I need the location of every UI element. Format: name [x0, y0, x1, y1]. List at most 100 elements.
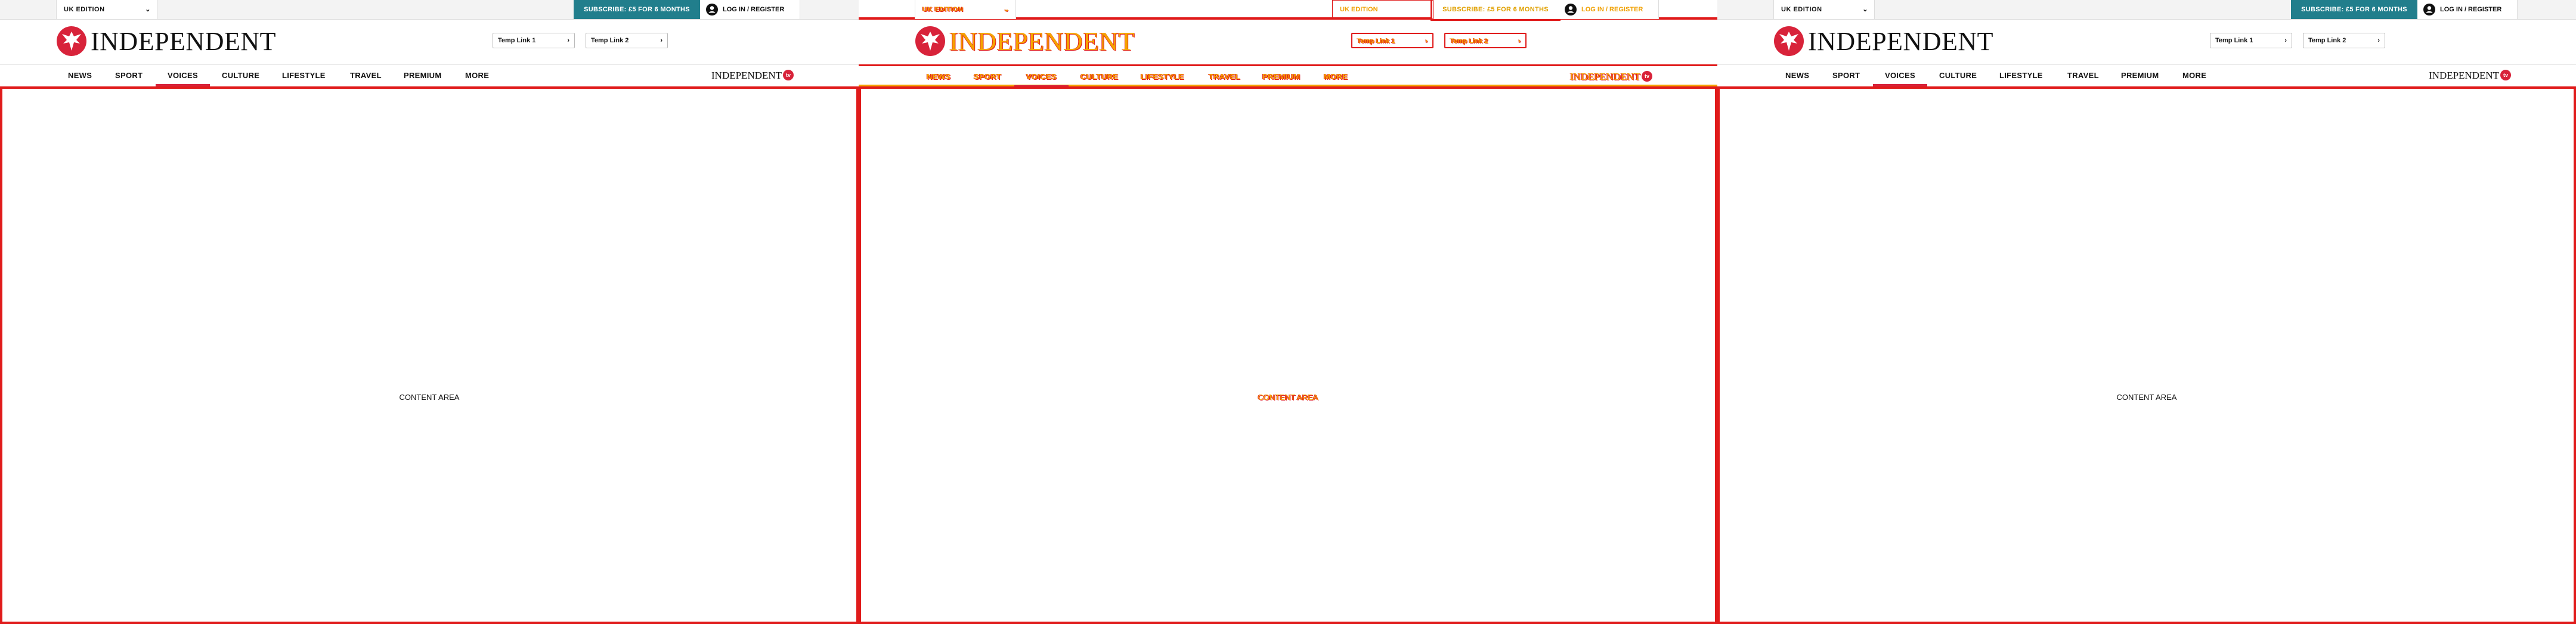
user-icon: [706, 4, 718, 15]
eagle-icon: [915, 26, 945, 56]
nav-news[interactable]: NEWS: [927, 66, 950, 88]
temp-link-1[interactable]: Temp Link 1 ›: [2210, 33, 2292, 48]
nav-news[interactable]: NEWS: [1785, 65, 1809, 86]
nav-travel[interactable]: TRAVEL: [1209, 66, 1240, 88]
eagle-icon: [1774, 26, 1804, 56]
masthead: INDEPENDENT Temp Link 1 › Temp Link 2 ›: [0, 20, 859, 64]
nav-more[interactable]: MORE: [465, 65, 489, 86]
subscribe-button[interactable]: SUBSCRIBE: £5 FOR 6 MONTHS: [2291, 0, 2417, 19]
logo-wordmark: INDEPENDENT: [949, 27, 1135, 56]
nav-voices[interactable]: VOICES: [156, 65, 210, 86]
login-label: LOG IN / REGISTER: [723, 6, 785, 13]
tv-logo-text: INDEPENDENT: [2429, 70, 2500, 81]
temp-link-2[interactable]: Temp Link 2 ›: [2303, 33, 2385, 48]
nav-premium[interactable]: PREMIUM: [1262, 66, 1301, 88]
nav-sport[interactable]: SPORT: [974, 66, 1001, 88]
content-area: CONTENT AREA: [0, 86, 859, 624]
chevron-down-icon: ⌄: [145, 6, 151, 13]
logo-wordmark: INDEPENDENT: [1808, 27, 1994, 56]
nav-premium[interactable]: PREMIUM: [2121, 65, 2159, 86]
edition-label: UK EDITION: [1781, 6, 1822, 13]
site-logo[interactable]: INDEPENDENT: [915, 26, 1135, 57]
page-panel: UK EDITION ⌄ SUBSCRIBE: £5 FOR 6 MONTHS …: [1717, 0, 2576, 624]
nav-lifestyle[interactable]: LIFESTYLE: [1141, 66, 1184, 88]
tv-logo-text: INDEPENDENT: [1570, 71, 1641, 82]
eagle-icon: [57, 26, 86, 56]
top-bar: UK EDITION ⌄ SUBSCRIBE: £5 FOR 6 MONTHS …: [0, 0, 859, 20]
edition-selector[interactable]: UK EDITION ⌄: [56, 0, 157, 19]
nav-voices[interactable]: VOICES: [1873, 65, 1927, 86]
nav-culture[interactable]: CULTURE: [1939, 65, 1977, 86]
tv-badge: tv: [1642, 71, 1653, 82]
temp-link-2-label: Temp Link 2: [591, 37, 629, 44]
nav-premium[interactable]: PREMIUM: [404, 65, 442, 86]
login-register-button[interactable]: LOG IN / REGISTER: [2417, 0, 2518, 19]
nav-more[interactable]: MORE: [2182, 65, 2206, 86]
chevron-right-icon: ›: [2377, 37, 2380, 44]
content-area-label: CONTENT AREA: [2116, 393, 2177, 402]
nav-news[interactable]: NEWS: [68, 65, 92, 86]
content-area-label: CONTENT AREA: [1258, 393, 1318, 402]
chevron-right-icon: ›: [2284, 37, 2287, 44]
nav-lifestyle[interactable]: LIFESTYLE: [1999, 65, 2043, 86]
edition-label: UK EDITION: [64, 6, 105, 13]
nav-lifestyle[interactable]: LIFESTYLE: [282, 65, 326, 86]
subscribe-button[interactable]: SUBSCRIBE: £5 FOR 6 MONTHS: [574, 0, 700, 19]
nav-sport[interactable]: SPORT: [1832, 65, 1860, 86]
nav-culture[interactable]: CULTURE: [222, 65, 259, 86]
tv-badge: tv: [783, 70, 794, 80]
edition-selector-secondary[interactable]: UK EDITION: [1332, 0, 1433, 19]
independent-tv-link[interactable]: INDEPENDENT tv: [1570, 71, 1653, 83]
edition-selector[interactable]: UK EDITION ⌄: [1773, 0, 1875, 19]
nav-more[interactable]: MORE: [1324, 66, 1348, 88]
tv-badge: tv: [2500, 70, 2512, 80]
independent-tv-link[interactable]: INDEPENDENT tv: [711, 70, 794, 82]
chevron-right-icon: ›: [660, 37, 662, 44]
login-label: LOG IN / REGISTER: [2440, 6, 2502, 13]
temp-link-1-label: Temp Link 1: [2215, 37, 2253, 44]
temp-link-1-label: Temp Link 1: [498, 37, 536, 44]
nav-travel[interactable]: TRAVEL: [2067, 65, 2099, 86]
user-icon: [2423, 4, 2435, 15]
temp-link-2[interactable]: Temp Link 2 ›: [586, 33, 668, 48]
chevron-right-icon: ›: [1518, 38, 1521, 45]
masthead: INDEPENDENT Temp Link 1 › Temp Link 2 ›: [859, 20, 1717, 66]
temp-link-1-label: Temp Link 1: [1357, 38, 1395, 45]
main-nav: NEWS SPORT VOICES CULTURE LIFESTYLE TRAV…: [1717, 64, 2576, 86]
nav-sport[interactable]: SPORT: [115, 65, 143, 86]
subscribe-button[interactable]: SUBSCRIBE: £5 FOR 6 MONTHS: [1431, 0, 1561, 21]
content-area: CONTENT AREA: [1717, 86, 2576, 624]
tv-logo-text: INDEPENDENT: [711, 70, 782, 81]
temp-link-1[interactable]: Temp Link 1 ›: [1351, 33, 1433, 48]
temp-link-2-label: Temp Link 2: [1450, 38, 1488, 45]
chevron-right-icon: ›: [567, 37, 569, 44]
chevron-right-icon: ›: [1425, 38, 1428, 45]
temp-link-2[interactable]: Temp Link 2 ›: [1444, 33, 1527, 48]
nav-culture[interactable]: CULTURE: [1080, 66, 1118, 88]
login-register-button[interactable]: LOG IN / REGISTER: [1559, 0, 1659, 19]
user-icon: [1565, 4, 1577, 15]
top-bar: UK EDITION ⌄ SUBSCRIBE: £5 FOR 6 MONTHS …: [1717, 0, 2576, 20]
login-label: LOG IN / REGISTER: [1581, 6, 1643, 13]
content-area: CONTENT AREA: [859, 86, 1717, 624]
site-logo[interactable]: INDEPENDENT: [1773, 26, 1993, 57]
masthead: INDEPENDENT Temp Link 1 › Temp Link 2 ›: [1717, 20, 2576, 64]
logo-wordmark: INDEPENDENT: [91, 27, 277, 56]
site-logo[interactable]: INDEPENDENT: [56, 26, 276, 57]
edition-label: UK EDITION: [922, 6, 964, 13]
edition-selector[interactable]: UK EDITION ⌄: [915, 0, 1016, 19]
chevron-down-icon: ⌄: [1862, 6, 1868, 13]
nav-travel[interactable]: TRAVEL: [350, 65, 382, 86]
page-panel: UK EDITION ⌄ SUBSCRIBE: £5 FOR 6 MONTHS …: [859, 0, 1717, 624]
chevron-down-icon: ⌄: [1004, 6, 1010, 13]
page-panel: UK EDITION ⌄ SUBSCRIBE: £5 FOR 6 MONTHS …: [0, 0, 859, 624]
login-register-button[interactable]: LOG IN / REGISTER: [700, 0, 800, 19]
independent-tv-link[interactable]: INDEPENDENT tv: [2429, 70, 2512, 82]
content-area-label: CONTENT AREA: [399, 393, 460, 402]
main-nav: NEWS SPORT VOICES CULTURE LIFESTYLE TRAV…: [859, 64, 1717, 88]
top-bar: UK EDITION ⌄ SUBSCRIBE: £5 FOR 6 MONTHS …: [859, 0, 1717, 21]
main-nav: NEWS SPORT VOICES CULTURE LIFESTYLE TRAV…: [0, 64, 859, 86]
temp-link-1[interactable]: Temp Link 1 ›: [493, 33, 575, 48]
nav-voices[interactable]: VOICES: [1014, 66, 1069, 88]
temp-link-2-label: Temp Link 2: [2308, 37, 2346, 44]
